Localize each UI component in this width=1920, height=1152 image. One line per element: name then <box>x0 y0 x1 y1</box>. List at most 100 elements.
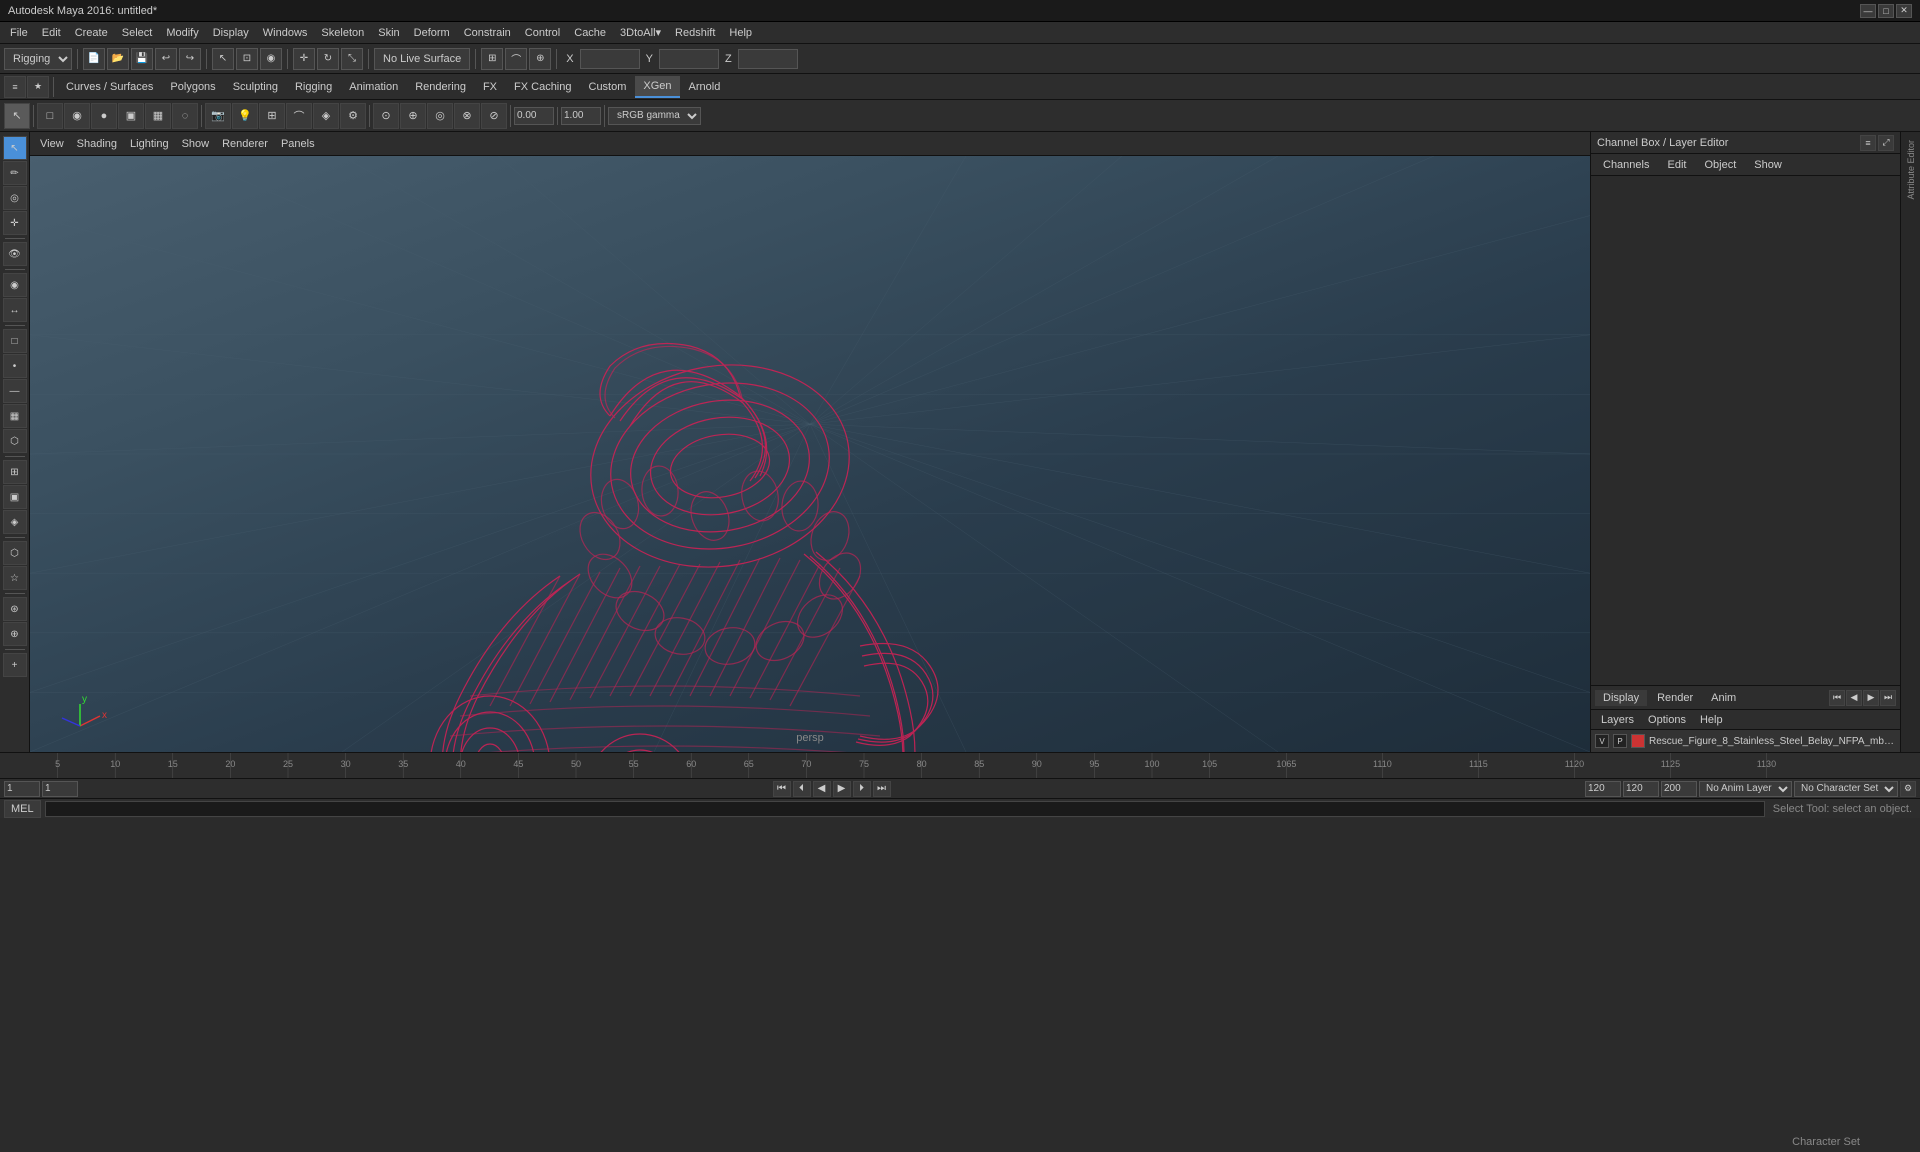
menu-3dtool[interactable]: 3DtoAll▾ <box>614 24 667 41</box>
xgen-lt2[interactable]: ⊕ <box>3 622 27 646</box>
face-mode-lt[interactable]: ▦ <box>3 404 27 428</box>
module-tab-curves[interactable]: Curves / Surfaces <box>58 76 161 98</box>
cb-tab-display[interactable]: Display <box>1595 690 1647 706</box>
module-tab-arnold[interactable]: Arnold <box>681 76 729 98</box>
panel-btn-2[interactable]: ⤢ <box>1878 135 1894 151</box>
range-end-input[interactable] <box>1623 781 1659 797</box>
display-lt2[interactable]: ▣ <box>3 485 27 509</box>
sculpt-tool-lt[interactable]: ◎ <box>3 186 27 210</box>
menu-file[interactable]: File <box>4 25 34 41</box>
camera-btn[interactable]: 📷 <box>205 103 231 129</box>
mel-input[interactable] <box>45 801 1765 817</box>
layer-vis-btn[interactable]: V <box>1595 734 1609 748</box>
panel-btn-1[interactable]: ≡ <box>1860 135 1876 151</box>
value1-input[interactable] <box>514 107 554 125</box>
mel-label[interactable]: MEL <box>4 800 41 818</box>
module-tab-custom[interactable]: Custom <box>581 76 635 98</box>
display-lt1[interactable]: ⊞ <box>3 460 27 484</box>
smooth-btn[interactable]: ◉ <box>64 103 90 129</box>
timeline[interactable]: 5 10 15 20 25 30 35 40 45 50 55 60 65 70… <box>0 752 1920 778</box>
cb-nav-first[interactable]: ⏮ <box>1829 690 1845 706</box>
menu-cache[interactable]: Cache <box>568 25 612 41</box>
viewport[interactable]: View Shading Lighting Show Renderer Pane… <box>30 132 1590 752</box>
current-frame-input[interactable] <box>42 781 78 797</box>
wireframe-btn[interactable]: □ <box>37 103 63 129</box>
rp-tab-channels[interactable]: Channels <box>1595 157 1657 173</box>
snap4-btn[interactable]: ⊗ <box>454 103 480 129</box>
vp-menu-panels[interactable]: Panels <box>275 136 321 152</box>
range-end2-input[interactable] <box>1661 781 1697 797</box>
paint-tool-lt[interactable]: ✏ <box>3 161 27 185</box>
menu-windows[interactable]: Windows <box>257 25 314 41</box>
snap5-btn[interactable]: ⊘ <box>481 103 507 129</box>
menu-edit[interactable]: Edit <box>36 25 67 41</box>
vp-menu-renderer[interactable]: Renderer <box>216 136 274 152</box>
cb-subtab-help[interactable]: Help <box>1694 713 1729 727</box>
menu-control[interactable]: Control <box>519 25 566 41</box>
vp-menu-lighting[interactable]: Lighting <box>124 136 175 152</box>
undo-button[interactable]: ↩ <box>155 48 177 70</box>
new-scene-button[interactable]: 📄 <box>83 48 105 70</box>
mode-dropdown[interactable]: Rigging <box>4 48 72 70</box>
module-tab-polygons[interactable]: Polygons <box>162 76 223 98</box>
menu-modify[interactable]: Modify <box>160 25 204 41</box>
menu-skeleton[interactable]: Skeleton <box>315 25 370 41</box>
module-tab-sculpting[interactable]: Sculpting <box>225 76 286 98</box>
menu-redshift[interactable]: Redshift <box>669 25 721 41</box>
save-scene-button[interactable]: 💾 <box>131 48 153 70</box>
x-field[interactable] <box>580 49 640 69</box>
module-menu-icon[interactable]: ≡ <box>4 76 26 98</box>
z-field[interactable] <box>738 49 798 69</box>
step-back-btn[interactable]: ⏴ <box>793 781 811 797</box>
menu-skin[interactable]: Skin <box>372 25 405 41</box>
menu-create[interactable]: Create <box>69 25 114 41</box>
anim-layer-select[interactable]: No Anim Layer <box>1699 781 1792 797</box>
value2-input[interactable] <box>561 107 601 125</box>
misc-lt[interactable]: + <box>3 653 27 677</box>
minimize-button[interactable]: — <box>1860 4 1876 18</box>
layer-p-btn[interactable]: P <box>1613 734 1627 748</box>
display-lt3[interactable]: ◈ <box>3 510 27 534</box>
redo-button[interactable]: ↪ <box>179 48 201 70</box>
menu-deform[interactable]: Deform <box>408 25 456 41</box>
close-button[interactable]: ✕ <box>1896 4 1912 18</box>
play-fwd-btn[interactable]: ▶ <box>833 781 851 797</box>
cb-tab-render[interactable]: Render <box>1649 690 1701 706</box>
move-tool-button[interactable]: ✛ <box>293 48 315 70</box>
menu-help[interactable]: Help <box>723 25 758 41</box>
vp-menu-view[interactable]: View <box>34 136 70 152</box>
smooth2-btn[interactable]: ● <box>91 103 117 129</box>
char-set-select[interactable]: No Character Set <box>1794 781 1898 797</box>
layer-color-swatch[interactable] <box>1631 734 1645 748</box>
scale-tool-button[interactable]: ⤡ <box>341 48 363 70</box>
paint-sel-button[interactable]: ◉ <box>260 48 282 70</box>
lasso-tool-button[interactable]: ⊡ <box>236 48 258 70</box>
component-btn[interactable]: ◈ <box>313 103 339 129</box>
module-tab-fx[interactable]: FX <box>475 76 505 98</box>
play-end-btn[interactable]: ⏭ <box>873 781 891 797</box>
cb-subtab-layers[interactable]: Layers <box>1595 713 1640 727</box>
menu-constrain[interactable]: Constrain <box>458 25 517 41</box>
snap-point-button[interactable]: ⊕ <box>529 48 551 70</box>
xgen-lt1[interactable]: ⊛ <box>3 597 27 621</box>
start-frame-input[interactable] <box>4 781 40 797</box>
snap2-btn[interactable]: ⊕ <box>400 103 426 129</box>
rp-tab-edit[interactable]: Edit <box>1659 157 1694 173</box>
render-mode-btn[interactable]: ▣ <box>118 103 144 129</box>
all-lights-btn[interactable]: ▦ <box>145 103 171 129</box>
light-btn[interactable]: 💡 <box>232 103 258 129</box>
obj-mode-lt[interactable]: □ <box>3 329 27 353</box>
cb-nav-last[interactable]: ⏭ <box>1880 690 1896 706</box>
maximize-button[interactable]: □ <box>1878 4 1894 18</box>
module-tab-fxcaching[interactable]: FX Caching <box>506 76 579 98</box>
menu-select[interactable]: Select <box>116 25 159 41</box>
play-start-btn[interactable]: ⏮ <box>773 781 791 797</box>
vtx-mode-lt[interactable]: • <box>3 354 27 378</box>
cb-subtab-options[interactable]: Options <box>1642 713 1692 727</box>
open-scene-button[interactable]: 📂 <box>107 48 129 70</box>
uv-mode-lt[interactable]: ⬡ <box>3 429 27 453</box>
step-fwd-btn[interactable]: ⏵ <box>853 781 871 797</box>
select-tool-button[interactable]: ↖ <box>212 48 234 70</box>
vp-menu-show[interactable]: Show <box>176 136 216 152</box>
pb-settings-btn[interactable]: ⚙ <box>1900 781 1916 797</box>
